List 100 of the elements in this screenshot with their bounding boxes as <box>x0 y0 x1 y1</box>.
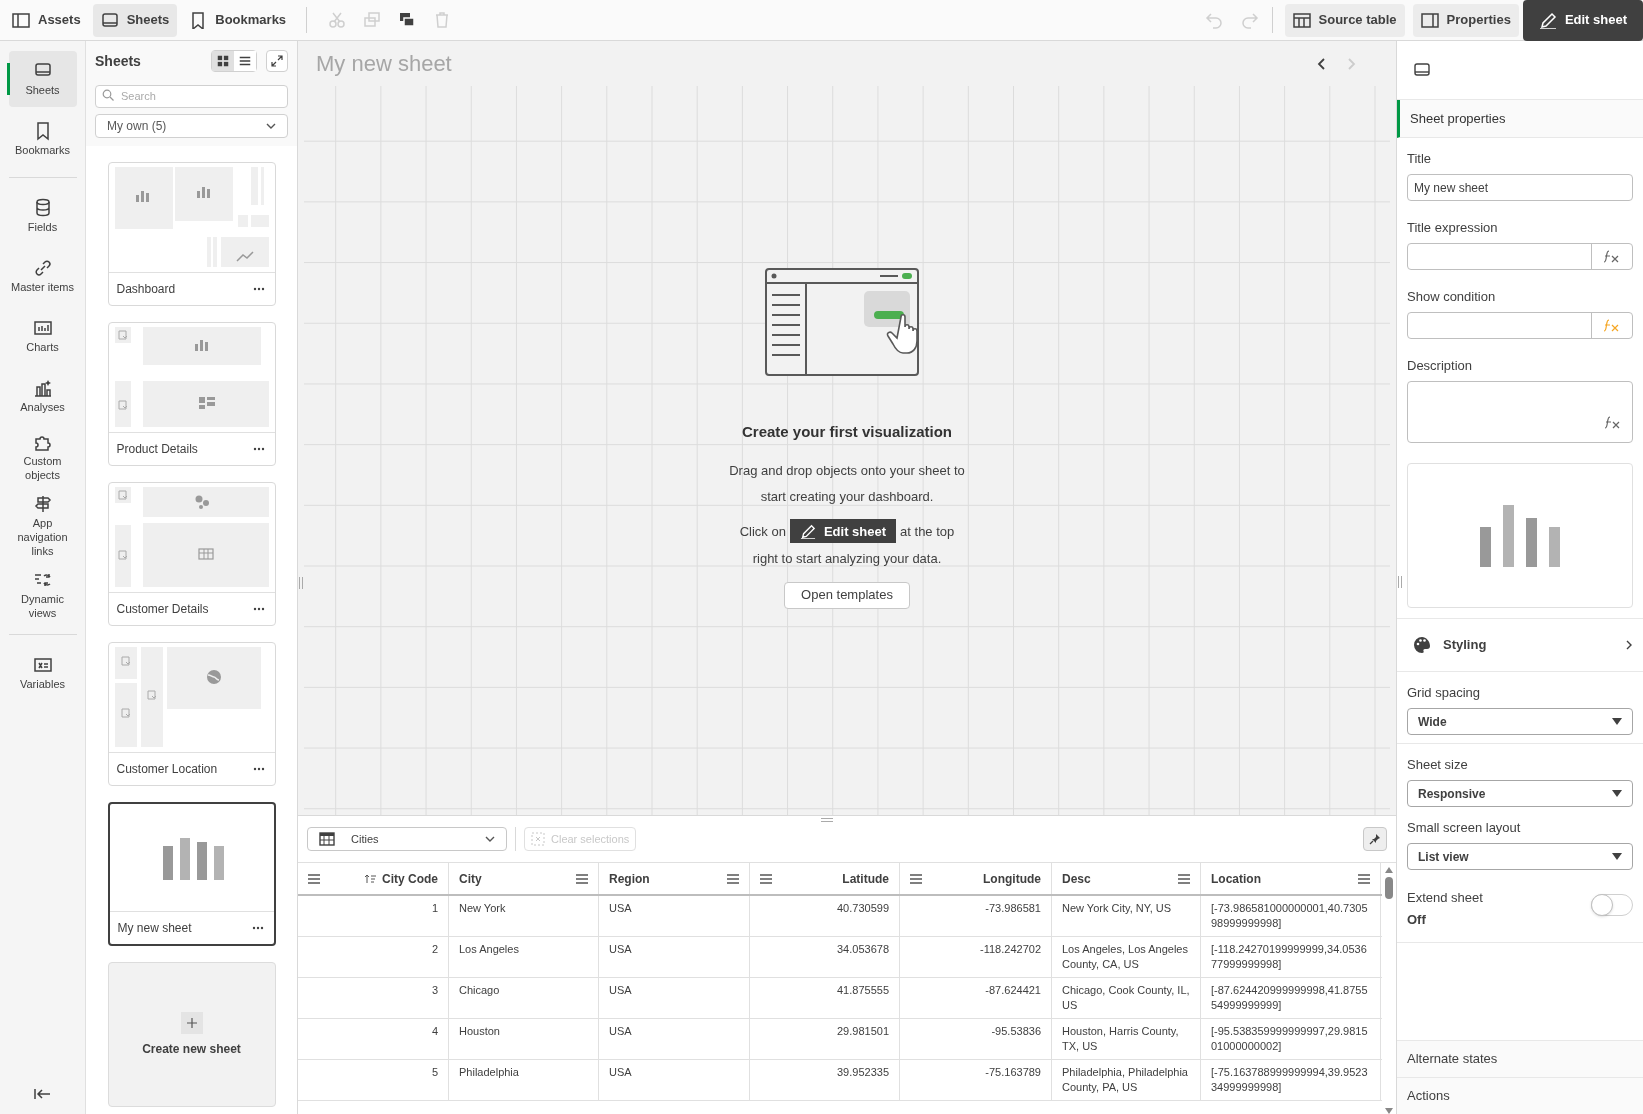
table-cell-text: Chicago <box>459 983 501 998</box>
rail-item[interactable]: Custom objects <box>8 428 77 486</box>
column-header[interactable]: City Code <box>382 869 438 888</box>
table-cell-text: 29.981501 <box>836 1024 889 1039</box>
sheet-card[interactable]: Dashboard <box>107 162 276 306</box>
table-cell-text: -75.163789 <box>984 1065 1041 1080</box>
filter-dropdown[interactable]: My own (5) <box>95 114 288 138</box>
toggle-switch[interactable] <box>1591 894 1633 916</box>
select-dropdown[interactable]: Responsive <box>1407 780 1633 807</box>
column-header[interactable]: Latitude <box>842 869 889 888</box>
plus-icon <box>186 1017 197 1028</box>
field-label: Small screen layout <box>1407 819 1522 837</box>
expression-field[interactable] <box>1407 312 1633 339</box>
fx-icon <box>1604 416 1622 430</box>
toolbar-tab[interactable]: Assets <box>4 3 89 37</box>
table-cell-text: [-87.624420999999998,41.875554999999999] <box>1211 983 1369 1013</box>
instruction-text: Click on <box>739 522 786 541</box>
palette-icon <box>1413 636 1431 654</box>
column-header[interactable]: Desc <box>1062 869 1091 888</box>
bar-chart-icon <box>1480 504 1560 567</box>
toolbar-button[interactable]: Properties <box>1412 3 1519 37</box>
toolbar-tab[interactable]: Bookmarks <box>181 3 295 37</box>
sheet-card[interactable]: Customer Location <box>107 642 276 786</box>
rail-item[interactable]: Fields <box>8 188 77 244</box>
panel-icon <box>1420 11 1439 29</box>
rail-item[interactable]: Sheets <box>8 51 77 107</box>
table-cell-text: New York City, NY, US <box>1062 901 1173 916</box>
signpost-icon <box>32 494 53 514</box>
column-header[interactable]: City <box>459 869 482 888</box>
variable-icon <box>32 655 53 675</box>
pin-button[interactable] <box>1363 827 1387 851</box>
table-cell-text: [-73.986581000000001,40.730598999999998] <box>1211 901 1369 931</box>
table-cell-text: [-75.163788999999994,39.952334999999998] <box>1211 1065 1369 1095</box>
table-cell-text: New York <box>459 901 507 916</box>
table-cell-text: -87.624421 <box>984 983 1041 998</box>
view-toggle[interactable] <box>234 51 256 71</box>
rail-item[interactable]: App navigation links <box>8 490 77 562</box>
edit-sheet-button[interactable]: Edit sheet <box>1522 0 1643 41</box>
menu-icon <box>576 873 588 884</box>
create-sheet-button[interactable]: Create new sheet <box>107 962 276 1107</box>
search-field[interactable]: Search <box>95 84 288 108</box>
table-cell-text: 41.875555 <box>836 983 889 998</box>
section-row[interactable]: Actions <box>1397 1077 1643 1114</box>
collapse-icon <box>34 1088 52 1100</box>
rail-item[interactable]: Dynamic views <box>8 566 77 624</box>
rail-item[interactable]: Charts <box>8 308 77 364</box>
sheet-title: My new sheet <box>117 920 193 937</box>
more-icon <box>252 767 265 771</box>
more-icon <box>252 447 265 451</box>
rail-item[interactable]: Variables <box>8 645 77 701</box>
table-icon <box>319 832 335 846</box>
section-row[interactable]: Alternate states <box>1397 1040 1643 1077</box>
toolbar-tab[interactable]: Sheets <box>92 3 178 37</box>
field-label: Extend sheet <box>1407 889 1484 907</box>
column-header[interactable]: Location <box>1211 869 1261 888</box>
sheet-title: Customer Location <box>116 761 219 778</box>
table-cell-text: 4 <box>430 1024 438 1039</box>
table-source-dropdown[interactable]: Cities <box>307 827 507 851</box>
sheet-card[interactable]: My new sheet <box>107 802 276 946</box>
field-label: Title expression <box>1407 219 1499 237</box>
view-toggle[interactable] <box>212 51 234 71</box>
sheet-icon <box>1413 62 1431 78</box>
table-cell-text: USA <box>609 1065 633 1080</box>
table-cell-text: -73.986581 <box>984 901 1041 916</box>
rail-item[interactable]: Bookmarks <box>8 111 77 167</box>
table-cell-text: 2 <box>430 942 438 957</box>
title-field[interactable]: My new sheet <box>1407 174 1633 201</box>
expand-icon <box>271 55 283 67</box>
open-templates-button[interactable]: Open templates <box>784 581 910 609</box>
scroll-down-icon <box>1385 1108 1393 1114</box>
table-cell-text: 39.952335 <box>836 1065 889 1080</box>
expand-button[interactable] <box>266 50 288 72</box>
description-field[interactable] <box>1407 381 1633 443</box>
menu-icon <box>727 873 739 884</box>
rail-item[interactable]: Master items <box>8 248 77 304</box>
empty-state-text: Drag and drop objects onto your sheet to start creating your dashboard. <box>728 461 966 506</box>
sheet-card[interactable]: Customer Details <box>107 482 276 626</box>
scrollbar-thumb[interactable] <box>1385 877 1393 899</box>
sheet-card[interactable]: Product Details <box>107 322 276 466</box>
caret-down-icon <box>1612 790 1622 797</box>
table-cell-text: Houston, Harris County, TX, US <box>1062 1024 1180 1054</box>
more-icon <box>252 607 265 611</box>
rail-item[interactable]: Analyses <box>8 368 77 424</box>
table-cell-text: [-95.538359999999997,29.981501000000002] <box>1211 1024 1369 1054</box>
toolbar-button[interactable]: Source table <box>1284 3 1405 37</box>
select-dropdown[interactable]: Wide <box>1407 708 1633 735</box>
expression-field[interactable] <box>1407 243 1633 270</box>
column-header[interactable]: Region <box>609 869 650 888</box>
duplicate-icon <box>397 11 416 29</box>
chart-icon <box>32 318 53 338</box>
select-dropdown[interactable]: List view <box>1407 843 1633 870</box>
styling-row[interactable]: Styling <box>1397 619 1643 671</box>
table-cell-text: -118.242702 <box>979 942 1041 957</box>
resize-handle[interactable] <box>821 818 833 822</box>
sort-icon <box>364 873 376 884</box>
table-cell-text: USA <box>609 942 633 957</box>
menu-icon <box>760 873 772 884</box>
field-label: Grid spacing <box>1407 684 1481 702</box>
caret-down-icon <box>1612 853 1622 860</box>
column-header[interactable]: Longitude <box>983 869 1041 888</box>
